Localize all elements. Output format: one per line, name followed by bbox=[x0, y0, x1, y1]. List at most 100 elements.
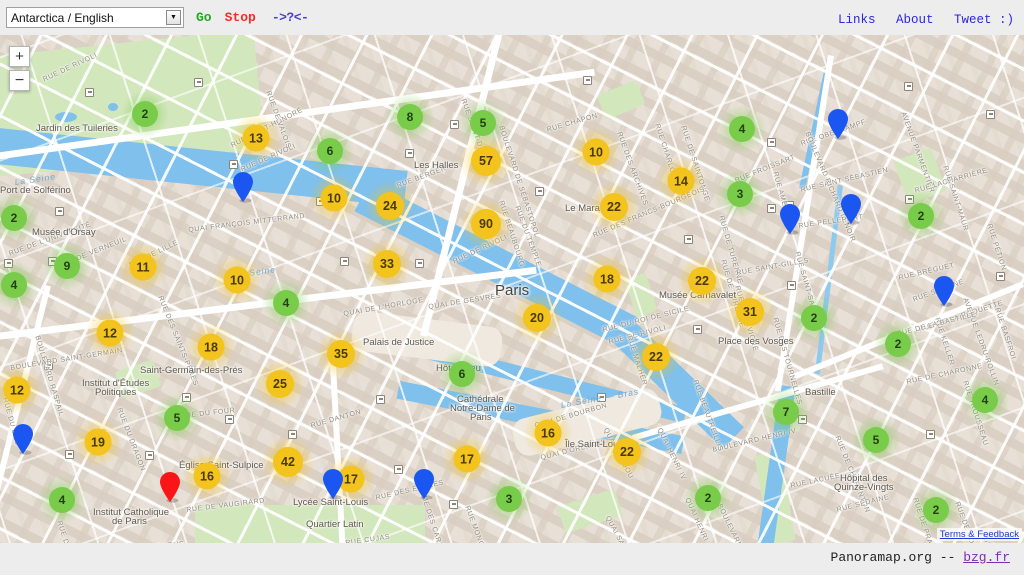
cluster-count: 16 bbox=[541, 426, 555, 440]
cluster-count: 22 bbox=[620, 445, 634, 459]
transit-stop-icon bbox=[450, 120, 459, 129]
map-pin-red-icon[interactable] bbox=[159, 471, 181, 503]
map-cluster-marker[interactable]: 12 bbox=[85, 308, 135, 358]
map-cluster-marker[interactable]: 7 bbox=[762, 388, 810, 436]
map-cluster-marker[interactable]: 2 bbox=[684, 474, 732, 522]
map-pin-blue-icon[interactable] bbox=[232, 171, 254, 203]
map-cluster-marker[interactable]: 20 bbox=[512, 293, 562, 343]
map-pin-blue-icon[interactable] bbox=[827, 108, 849, 140]
map-cluster-marker[interactable]: 22 bbox=[589, 182, 639, 232]
cluster-count: 2 bbox=[932, 503, 940, 517]
go-button[interactable]: Go bbox=[196, 10, 212, 25]
cluster-count: 5 bbox=[173, 411, 181, 425]
map-cluster-marker[interactable]: 16 bbox=[182, 451, 232, 501]
cluster-count: 31 bbox=[743, 305, 757, 319]
transit-stop-icon bbox=[225, 415, 234, 424]
cluster-count: 2 bbox=[10, 211, 18, 225]
about-link[interactable]: About bbox=[896, 13, 934, 27]
cluster-count: 13 bbox=[249, 131, 263, 145]
cluster-count: 18 bbox=[204, 340, 218, 354]
map-cluster-marker[interactable]: 17 bbox=[442, 434, 492, 484]
map-pin-blue-icon[interactable] bbox=[840, 193, 862, 225]
map-canvas[interactable]: RUE DE RIVOLIRUE SAINT-HONORÉRUE DE RIVO… bbox=[0, 35, 1024, 543]
map-cluster-marker[interactable]: 90 bbox=[460, 198, 512, 250]
toolbar-left-group: Antarctica / English ▼ Go Stop ->?<- bbox=[6, 7, 309, 28]
map-pin-blue-icon[interactable] bbox=[779, 203, 801, 235]
map-cluster-marker[interactable]: 24 bbox=[365, 181, 415, 231]
map-cluster-marker[interactable]: 6 bbox=[438, 350, 486, 398]
cluster-count: 6 bbox=[458, 367, 466, 381]
map-cluster-marker[interactable]: 22 bbox=[631, 332, 681, 382]
map-cluster-marker[interactable]: 10 bbox=[212, 255, 262, 305]
map-cluster-marker[interactable]: 4 bbox=[262, 279, 310, 327]
map-cluster-marker[interactable]: 18 bbox=[582, 254, 632, 304]
stop-button[interactable]: Stop bbox=[225, 10, 256, 25]
map-cluster-marker[interactable]: 25 bbox=[255, 359, 305, 409]
map-cluster-marker[interactable]: 10 bbox=[309, 173, 359, 223]
terms-feedback-link[interactable]: Terms & Feedback bbox=[936, 528, 1022, 541]
cluster-count: 90 bbox=[479, 217, 493, 231]
transit-stop-icon bbox=[693, 325, 702, 334]
transit-stop-icon bbox=[145, 451, 154, 460]
cluster-count: 4 bbox=[282, 296, 290, 310]
map-cluster-marker[interactable]: 57 bbox=[460, 135, 512, 187]
cluster-count: 22 bbox=[607, 200, 621, 214]
map-cluster-marker[interactable]: 5 bbox=[852, 416, 900, 464]
transit-stop-icon bbox=[415, 259, 424, 268]
transit-stop-icon bbox=[926, 430, 935, 439]
cluster-count: 18 bbox=[600, 272, 614, 286]
cluster-count: 2 bbox=[704, 491, 712, 505]
map-cluster-marker[interactable]: 8 bbox=[386, 93, 434, 141]
transit-stop-icon bbox=[194, 78, 203, 87]
cluster-count: 10 bbox=[327, 191, 341, 205]
map-cluster-marker[interactable]: 14 bbox=[656, 156, 706, 206]
map-cluster-marker[interactable]: 35 bbox=[316, 329, 366, 379]
tweet-link[interactable]: Tweet :) bbox=[954, 13, 1014, 27]
map-cluster-marker[interactable]: 4 bbox=[718, 105, 766, 153]
transit-stop-icon bbox=[55, 207, 64, 216]
map-pin-blue-icon[interactable] bbox=[413, 468, 435, 500]
cluster-count: 2 bbox=[141, 107, 149, 121]
map-cluster-marker[interactable]: 2 bbox=[912, 486, 960, 534]
map-cluster-marker[interactable]: 2 bbox=[874, 320, 922, 368]
map-cluster-marker[interactable]: 42 bbox=[262, 436, 314, 488]
language-select[interactable]: Antarctica / English bbox=[6, 7, 184, 28]
map-pin-blue-icon[interactable] bbox=[933, 275, 955, 307]
map-cluster-marker[interactable]: 22 bbox=[602, 427, 652, 477]
cluster-count: 3 bbox=[505, 492, 513, 506]
map-cluster-marker[interactable]: 10 bbox=[571, 127, 621, 177]
bzg-link[interactable]: bzg.fr bbox=[963, 550, 1010, 565]
map-cluster-marker[interactable]: 2 bbox=[897, 192, 945, 240]
map-cluster-marker[interactable]: 6 bbox=[306, 127, 354, 175]
map-cluster-marker[interactable]: 4 bbox=[38, 476, 86, 524]
map-cluster-marker[interactable]: 31 bbox=[725, 287, 775, 337]
map-cluster-marker[interactable]: 33 bbox=[362, 239, 412, 289]
map-pin-blue-icon[interactable] bbox=[12, 423, 34, 455]
cluster-count: 20 bbox=[530, 311, 544, 325]
recenter-button[interactable]: ->?<- bbox=[272, 10, 309, 25]
zoom-in-button[interactable]: + bbox=[9, 46, 30, 67]
cluster-count: 17 bbox=[460, 452, 474, 466]
map-cluster-marker[interactable]: 5 bbox=[153, 394, 201, 442]
links-link[interactable]: Links bbox=[838, 13, 876, 27]
map-cluster-marker[interactable]: 19 bbox=[73, 417, 123, 467]
map-cluster-marker[interactable]: 18 bbox=[186, 322, 236, 372]
map-cluster-marker[interactable]: 22 bbox=[677, 256, 727, 306]
transit-stop-icon bbox=[65, 450, 74, 459]
language-select-wrapper: Antarctica / English ▼ bbox=[6, 7, 184, 28]
map-cluster-marker[interactable]: 16 bbox=[523, 408, 573, 458]
transit-stop-icon bbox=[449, 500, 458, 509]
cluster-count: 24 bbox=[383, 199, 397, 213]
zoom-out-button[interactable]: − bbox=[9, 70, 30, 91]
transit-stop-icon bbox=[583, 76, 592, 85]
map-cluster-marker[interactable]: 2 bbox=[121, 90, 169, 138]
map-cluster-marker[interactable]: 13 bbox=[231, 113, 281, 163]
map-cluster-marker[interactable]: 4 bbox=[961, 376, 1009, 424]
map-cluster-marker[interactable]: 3 bbox=[716, 170, 764, 218]
cluster-count: 25 bbox=[273, 377, 287, 391]
map-cluster-marker[interactable]: 2 bbox=[790, 294, 838, 342]
map-cluster-marker[interactable]: 11 bbox=[118, 242, 168, 292]
map-pin-blue-icon[interactable] bbox=[322, 468, 344, 500]
map-cluster-marker[interactable]: 3 bbox=[485, 475, 533, 523]
map-cluster-marker[interactable]: 9 bbox=[43, 242, 91, 290]
